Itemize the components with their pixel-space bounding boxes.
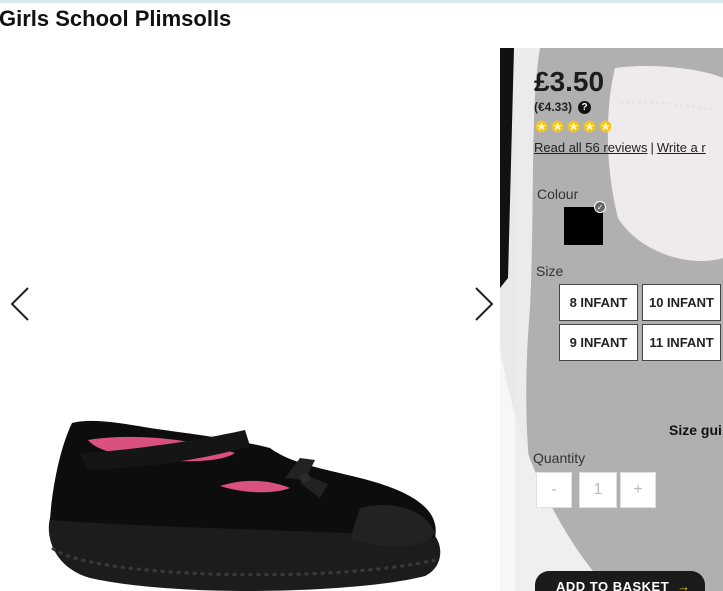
previous-image-arrow-icon[interactable] bbox=[6, 284, 34, 324]
star-icon bbox=[567, 120, 580, 133]
next-image-arrow-icon[interactable] bbox=[470, 284, 498, 324]
size-option-9-infant[interactable]: 9 INFANT bbox=[559, 324, 638, 361]
quantity-plus-button[interactable]: + bbox=[620, 472, 656, 508]
size-option-8-infant[interactable]: 8 INFANT bbox=[559, 284, 638, 321]
quantity-label: Quantity bbox=[533, 450, 586, 466]
reviews-separator: | bbox=[650, 140, 654, 155]
checkmark-icon: ✓ bbox=[594, 201, 606, 213]
product-gallery bbox=[0, 48, 510, 591]
product-image bbox=[48, 420, 441, 591]
star-icon bbox=[599, 120, 612, 133]
add-to-basket-button[interactable]: ADD TO BASKET → bbox=[535, 571, 705, 591]
size-option-11-infant[interactable]: 11 INFANT bbox=[642, 324, 721, 361]
size-guide-link[interactable]: Size gui bbox=[669, 422, 722, 438]
euro-price-row: (€4.33) ? bbox=[534, 100, 592, 114]
product-info-panel: £3.50 (€4.33) ? Read all 56 reviews | Writ… bbox=[515, 48, 723, 591]
read-reviews-link[interactable]: Read all 56 reviews bbox=[534, 140, 647, 155]
arrow-right-icon: → bbox=[677, 579, 691, 591]
colour-label: Colour bbox=[537, 186, 579, 202]
star-icon bbox=[583, 120, 596, 133]
page-title: Girls School Plimsolls bbox=[0, 6, 232, 31]
product-price: £3.50 bbox=[534, 66, 605, 97]
help-icon[interactable]: ? bbox=[578, 100, 592, 114]
star-icon bbox=[535, 120, 548, 133]
add-to-basket-label: ADD TO BASKET bbox=[556, 579, 670, 591]
quantity-minus-button[interactable]: - bbox=[536, 472, 572, 508]
top-strip bbox=[0, 0, 723, 3]
size-label: Size bbox=[536, 263, 564, 279]
size-option-10-infant[interactable]: 10 INFANT bbox=[642, 284, 721, 321]
reviews-row: Read all 56 reviews | Write a r bbox=[534, 140, 706, 155]
write-review-link[interactable]: Write a r bbox=[657, 140, 706, 155]
euro-price: (€4.33) bbox=[534, 100, 573, 114]
quantity-input[interactable]: 1 bbox=[579, 472, 617, 508]
star-icon bbox=[551, 120, 564, 133]
rating-stars bbox=[535, 120, 612, 133]
